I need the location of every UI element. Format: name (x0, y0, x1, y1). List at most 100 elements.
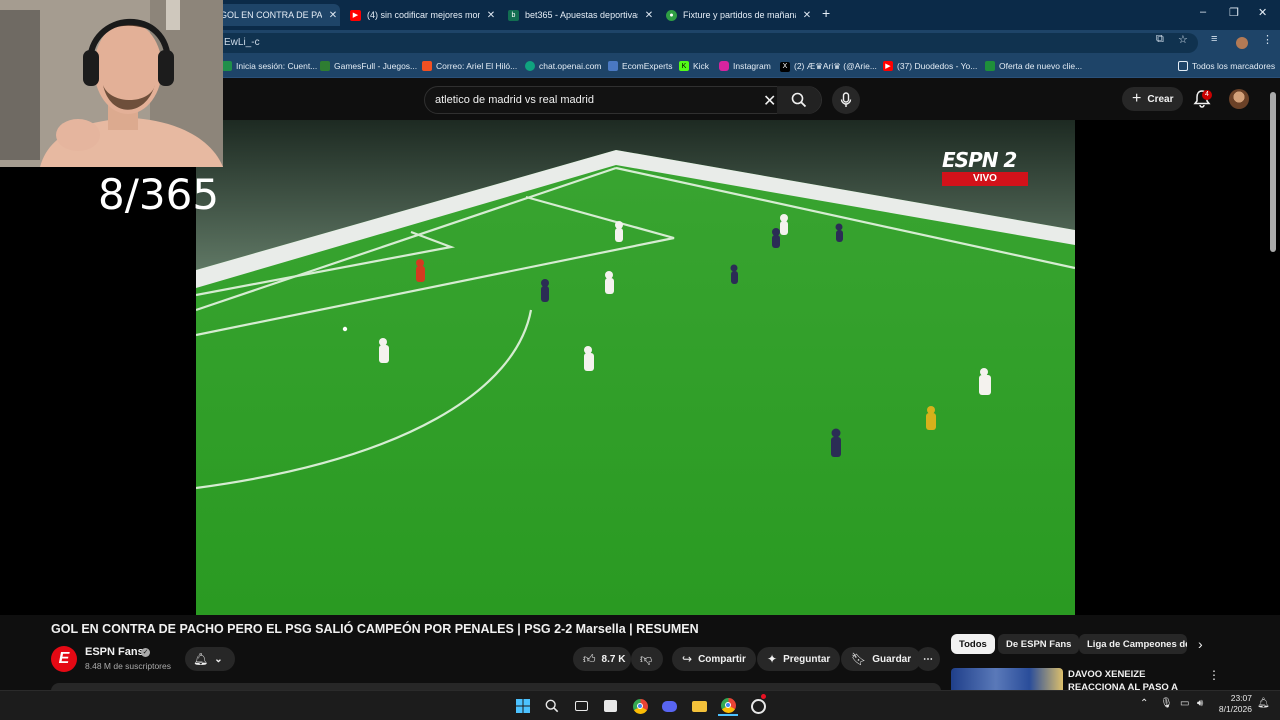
microphone-icon[interactable]: 🎙︎ (1160, 698, 1173, 709)
notification-center-icon[interactable]: 🔔︎ (1257, 698, 1270, 709)
folder-icon (1178, 61, 1188, 71)
new-tab-button[interactable]: + (822, 5, 830, 21)
restore-button[interactable]: ❐ (1229, 6, 1239, 19)
discord-icon[interactable] (659, 696, 679, 716)
bookmark-item[interactable]: ▶ (37) Duodedos - Yo... (883, 61, 977, 71)
all-bookmarks-folder[interactable]: Todos los marcadores (1178, 61, 1275, 71)
bookmark-item[interactable]: Correo: Ariel El Hiló... (422, 61, 517, 71)
subscribed-notifications-button[interactable]: 🔔︎ ⌄ (185, 647, 235, 671)
bookmark-item[interactable]: X (2) Æ♛Ari♛ (@Arie... (780, 61, 877, 72)
chip-todos[interactable]: Todos (951, 634, 995, 654)
create-button[interactable]: + Crear (1122, 87, 1184, 111)
chrome-icon[interactable] (630, 696, 650, 716)
profile-avatar[interactable] (1236, 37, 1248, 49)
bookmark-label: Oferta de nuevo clie... (999, 61, 1083, 71)
subscriber-count: 8.48 M de suscriptores (85, 661, 171, 671)
bookmark-item[interactable]: K Kick (679, 61, 709, 71)
search-input[interactable]: atletico de madrid vs real madrid (435, 94, 594, 106)
recommended-video-thumbnail[interactable] (951, 668, 1063, 690)
instagram-icon (719, 61, 729, 71)
page-scrollbar[interactable] (1270, 92, 1276, 252)
more-actions-button[interactable]: ⋯ (916, 647, 940, 671)
bookmark-item[interactable]: Instagram (719, 61, 771, 71)
channel-name[interactable]: ESPN Fans (85, 646, 144, 658)
share-label: Compartir (698, 653, 746, 665)
live-badge: VIVO (942, 172, 1028, 186)
chip-de-espn-fans[interactable]: De ESPN Fans (998, 634, 1080, 654)
search-button[interactable] (777, 86, 821, 114)
chevron-right-icon[interactable]: › (1198, 636, 1203, 652)
espn2-live-bug: ESPN 2 VIVO (942, 148, 1028, 186)
bookmark-item[interactable]: Inicia sesión: Cuent... (222, 61, 317, 71)
youtube-icon: ▶ (883, 61, 893, 71)
create-label: Crear (1147, 93, 1174, 105)
video-player[interactable]: ESPN 2 VIVO (196, 120, 1075, 615)
search-box[interactable]: atletico de madrid vs real madrid ✕ (424, 86, 822, 114)
video-frame (196, 120, 1075, 615)
tab-active[interactable]: GOL EN CONTRA DE PACHO PERO EL PSG SALIÓ… (214, 4, 340, 26)
bell-icon: 🔔︎ (193, 652, 209, 666)
tab-title: bet365 - Apuestas deportivas e (525, 10, 638, 20)
clock-date: 8/1/2026 (1218, 704, 1252, 714)
clear-search-icon[interactable]: ✕ (763, 91, 776, 111)
chip-liga-de-campeones[interactable]: Liga de Campeones de (1079, 634, 1187, 654)
volume-icon[interactable]: 🔊︎ (1197, 698, 1203, 709)
system-clock[interactable]: 23:07 8/1/2026 (1216, 693, 1252, 715)
bookmark-label: (2) Æ♛Ari♛ (@Arie... (794, 61, 877, 71)
dislike-button[interactable]: 👎︎ (631, 647, 663, 671)
tab-bet365[interactable]: b bet365 - Apuestas deportivas e ✕ (502, 4, 656, 26)
share-icon: ↪ (682, 652, 693, 666)
more-horizontal-icon: ⋯ (923, 653, 933, 665)
youtube-icon: ▶ (350, 9, 361, 21)
outlook-icon (422, 61, 432, 71)
tab-title: GOL EN CONTRA DE PACHO PERO EL PSG SALIÓ (220, 10, 322, 20)
network-icon[interactable]: ▭ (1180, 698, 1189, 709)
url-text: EwLi_-c (224, 37, 260, 48)
plus-icon: + (1132, 90, 1142, 107)
ask-label: Preguntar (783, 653, 831, 665)
tab-fixture[interactable]: ● Fixture y partidos de mañana e ✕ (660, 4, 814, 26)
ask-button[interactable]: ✦ Preguntar (757, 647, 841, 671)
recommended-video-title[interactable]: DAVOO XENEIZE REACCIONA AL PASO A PASO D… (1068, 668, 1198, 690)
bookmark-label: GamesFull - Juegos... (334, 61, 418, 71)
search-icon[interactable] (542, 696, 562, 716)
chrome-active-icon[interactable] (718, 696, 738, 716)
right-letterbox (1075, 120, 1280, 615)
clock-time: 23:07 (1230, 693, 1252, 703)
close-icon[interactable]: ✕ (800, 10, 814, 21)
bookmark-item[interactable]: GamesFull - Juegos... (320, 61, 417, 71)
browser-menu-icon[interactable]: ⋮ (1262, 33, 1273, 46)
chevron-up-icon[interactable]: ⌃ (1140, 698, 1148, 709)
close-icon[interactable]: ✕ (326, 10, 340, 21)
install-app-icon[interactable]: ⧉ (1156, 33, 1164, 46)
share-button[interactable]: ↪ Compartir (672, 647, 756, 671)
reading-list-icon[interactable]: ≡ (1211, 33, 1217, 45)
bookmark-item[interactable]: chat.openai.com (525, 61, 601, 71)
soccer-ball-icon: ● (666, 9, 677, 21)
like-button[interactable]: 👍︎ 8.7 K (573, 647, 631, 671)
microsoft-store-icon[interactable] (600, 696, 620, 716)
windows-start-icon[interactable] (513, 696, 533, 716)
bookmark-label: (37) Duodedos - Yo... (897, 61, 978, 71)
close-window-button[interactable]: ✕ (1258, 6, 1267, 19)
channel-avatar[interactable]: E (51, 646, 77, 672)
close-icon[interactable]: ✕ (642, 10, 656, 21)
minimize-button[interactable]: – (1200, 6, 1206, 18)
webcam-overlay (0, 0, 223, 167)
task-view-icon[interactable] (571, 696, 591, 716)
more-vertical-icon[interactable]: ⋮ (1208, 668, 1220, 682)
tab-title: (4) sin codificar mejores mome (367, 10, 480, 20)
bookmark-label: EcomExperts (622, 61, 673, 71)
bookmark-star-icon[interactable]: ☆ (1178, 33, 1188, 46)
obs-icon[interactable] (748, 694, 768, 716)
voice-search-button[interactable] (832, 86, 860, 114)
file-explorer-icon[interactable] (689, 696, 709, 716)
close-icon[interactable]: ✕ (484, 10, 498, 21)
day-counter: 8/365 (98, 170, 220, 219)
save-button[interactable]: 🔖︎ Guardar (841, 647, 922, 671)
tab-youtube[interactable]: ▶ (4) sin codificar mejores mome ✕ (344, 4, 498, 26)
bookmark-item[interactable]: EcomExperts (608, 61, 673, 71)
bookmark-item[interactable]: Oferta de nuevo clie... (985, 61, 1082, 71)
avatar[interactable] (1229, 89, 1249, 109)
address-bar[interactable]: EwLi_-c (214, 33, 1198, 53)
